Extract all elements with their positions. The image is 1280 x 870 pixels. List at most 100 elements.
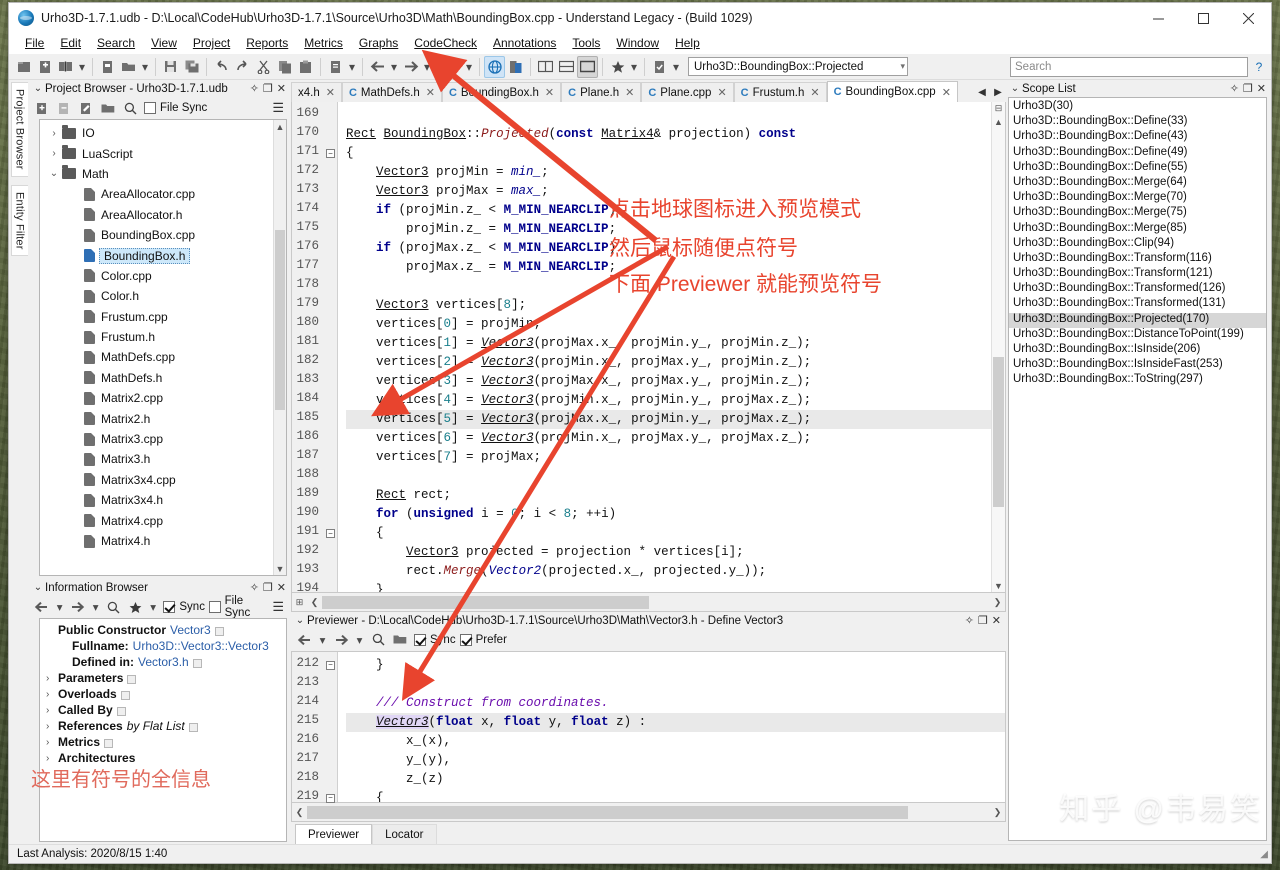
scroll-down-icon[interactable]: ▼ xyxy=(992,579,1005,592)
editor-tab[interactable]: x4.h ✕ xyxy=(291,82,342,102)
code-line[interactable]: { xyxy=(346,789,1005,802)
previewer-code-area[interactable]: } /// Construct from coordinates. Vector… xyxy=(338,652,1005,802)
scope-list-item[interactable]: Urho3D::BoundingBox::IsInsideFast(253) xyxy=(1009,358,1266,373)
code-line[interactable] xyxy=(346,106,991,125)
editor-vertical-scrollbar[interactable]: ⊟ ▲ ▼ xyxy=(991,102,1005,592)
scroll-thumb[interactable] xyxy=(993,357,1004,507)
save-project-icon[interactable] xyxy=(97,56,118,78)
code-line[interactable]: Vector3 vertices[8]; xyxy=(346,296,991,315)
code-line[interactable]: if (projMin.z_ < M_MIN_NEARCLIP) xyxy=(346,201,991,220)
editor-tab[interactable]: C BoundingBox.h ✕ xyxy=(441,82,562,102)
tree-item[interactable]: Color.h xyxy=(40,286,286,306)
code-line[interactable]: projMin.z_ = M_MIN_NEARCLIP; xyxy=(346,220,991,239)
favorite-star-icon[interactable] xyxy=(607,56,628,78)
info-row[interactable]: › Parameters xyxy=(46,670,280,686)
info-row-badge-icon[interactable] xyxy=(104,738,114,748)
tree-item[interactable]: Matrix3.h xyxy=(40,449,286,469)
search-input[interactable]: Search xyxy=(1010,56,1248,77)
scope-list-item[interactable]: Urho3D::BoundingBox::Merge(64) xyxy=(1009,176,1266,191)
code-line[interactable]: vertices[1] = Vector3(projMax.x_, projMi… xyxy=(346,334,991,353)
code-line[interactable]: projMax.z_ = M_MIN_NEARCLIP; xyxy=(346,258,991,277)
tree-item[interactable]: Frustum.cpp xyxy=(40,307,286,327)
menu-project[interactable]: Project xyxy=(185,34,238,52)
twisty-icon[interactable]: › xyxy=(46,721,58,732)
close-icon[interactable]: ✕ xyxy=(545,86,554,99)
scope-list-item[interactable]: Urho3D::BoundingBox::Merge(70) xyxy=(1009,191,1266,206)
globe-icon[interactable] xyxy=(484,55,505,78)
tree-item[interactable]: AreaAllocator.cpp xyxy=(40,184,286,204)
previewer-fold-column[interactable]: − − xyxy=(324,651,338,803)
redo-icon[interactable] xyxy=(232,56,253,78)
close-icon[interactable]: ✕ xyxy=(326,86,335,99)
copy-icon[interactable] xyxy=(274,56,295,78)
chevron-down-icon[interactable]: ▾ xyxy=(76,56,88,78)
collapse-chevron-icon[interactable]: ⌄ xyxy=(31,83,45,94)
code-line[interactable]: x_(x), xyxy=(346,732,1005,751)
tab-scroll-left-icon[interactable]: ◀ xyxy=(974,87,990,98)
info-row-badge-icon[interactable] xyxy=(127,674,137,684)
close-icon[interactable]: ✕ xyxy=(1257,82,1266,95)
close-icon[interactable]: ✕ xyxy=(277,82,286,95)
info-row[interactable]: Fullname: Urho3D::Vector3::Vector3 xyxy=(46,638,280,654)
twisty-icon[interactable]: › xyxy=(46,689,58,700)
code-line[interactable]: Vector3 projected = projection * vertice… xyxy=(346,543,991,562)
menu-view[interactable]: View xyxy=(143,34,185,52)
chevron-down-icon[interactable]: ▾ xyxy=(53,598,66,617)
chevron-down-icon[interactable]: ▾ xyxy=(316,630,329,649)
code-line[interactable]: vertices[4] = Vector3(projMin.x_, projMi… xyxy=(346,391,991,410)
file-sync-checkbox[interactable]: File Sync xyxy=(144,102,207,114)
info-row[interactable]: Public Constructor Vector3 xyxy=(46,622,280,638)
close-icon[interactable]: ✕ xyxy=(717,86,726,99)
menu-file[interactable]: File xyxy=(17,34,52,52)
code-line[interactable]: Vector3 projMax = max_; xyxy=(346,182,991,201)
float-icon[interactable]: ❐ xyxy=(978,614,988,627)
code-line[interactable]: z_(z) xyxy=(346,770,1005,789)
resize-grip-icon[interactable]: ◢ xyxy=(1260,849,1268,860)
vtab-project-browser[interactable]: Project Browser xyxy=(10,82,28,177)
report-icon[interactable] xyxy=(325,56,346,78)
fold-toggle-icon[interactable]: − xyxy=(324,524,337,543)
tree-item[interactable]: Matrix2.cpp xyxy=(40,388,286,408)
scope-list-item[interactable]: Urho3D::BoundingBox::Transformed(126) xyxy=(1009,282,1266,297)
scope-list-item[interactable]: Urho3D::BoundingBox::IsInside(206) xyxy=(1009,343,1266,358)
new-project-icon[interactable] xyxy=(13,56,34,78)
editor-tab[interactable]: C MathDefs.h ✕ xyxy=(341,82,442,102)
info-row-badge-icon[interactable] xyxy=(214,626,224,636)
save-all-icon[interactable] xyxy=(181,56,202,78)
close-icon[interactable]: ✕ xyxy=(426,86,435,99)
tree-expander-icon[interactable]: ⌄ xyxy=(46,168,62,179)
favorite-star-icon[interactable] xyxy=(125,598,144,617)
close-button[interactable] xyxy=(1226,3,1271,33)
tree-item[interactable]: Matrix4.cpp xyxy=(40,510,286,530)
undo-icon[interactable] xyxy=(211,56,232,78)
pin-icon[interactable]: ✧ xyxy=(965,614,974,627)
editor-fold-column[interactable]: − − xyxy=(324,102,338,592)
scroll-thumb[interactable] xyxy=(275,230,285,410)
editor-code-area[interactable]: Rect BoundingBox::Projected(const Matrix… xyxy=(338,102,991,592)
menu-annotations[interactable]: Annotations xyxy=(485,34,564,52)
twisty-icon[interactable]: › xyxy=(46,753,58,764)
scroll-up-icon[interactable]: ▲ xyxy=(274,120,286,133)
menu-hamburger-icon[interactable]: ☰ xyxy=(272,100,284,116)
collapse-chevron-icon[interactable]: ⌄ xyxy=(1008,83,1022,94)
scope-list-item[interactable]: Urho3D::BoundingBox::Transform(121) xyxy=(1009,267,1266,282)
hscroll-track[interactable] xyxy=(307,805,990,819)
paste-icon[interactable] xyxy=(295,56,316,78)
code-line[interactable]: vertices[0] = projMin; xyxy=(346,315,991,334)
info-row-badge-icon[interactable] xyxy=(120,690,130,700)
tree-item[interactable]: Matrix4.h xyxy=(40,531,286,551)
back-arrow-icon[interactable] xyxy=(32,598,51,617)
back-arrow-icon[interactable] xyxy=(367,56,388,78)
code-line[interactable]: vertices[6] = Vector3(projMin.x_, projMa… xyxy=(346,429,991,448)
scroll-right-icon[interactable]: ❯ xyxy=(990,597,1005,608)
code-line[interactable] xyxy=(346,675,1005,694)
chevron-down-icon[interactable]: ▾ xyxy=(628,56,640,78)
chevron-down-icon[interactable]: ▾ xyxy=(421,56,433,78)
scope-list-item[interactable]: Urho3D::BoundingBox::Projected(170) xyxy=(1009,312,1266,328)
forward-arrow-icon[interactable] xyxy=(400,56,421,78)
info-row[interactable]: › Metrics xyxy=(46,734,280,750)
pin-icon[interactable]: ✧ xyxy=(1230,82,1239,95)
chevron-down-icon[interactable]: ▾ xyxy=(139,56,151,78)
maximize-button[interactable] xyxy=(1181,3,1226,33)
code-line[interactable]: y_(y), xyxy=(346,751,1005,770)
